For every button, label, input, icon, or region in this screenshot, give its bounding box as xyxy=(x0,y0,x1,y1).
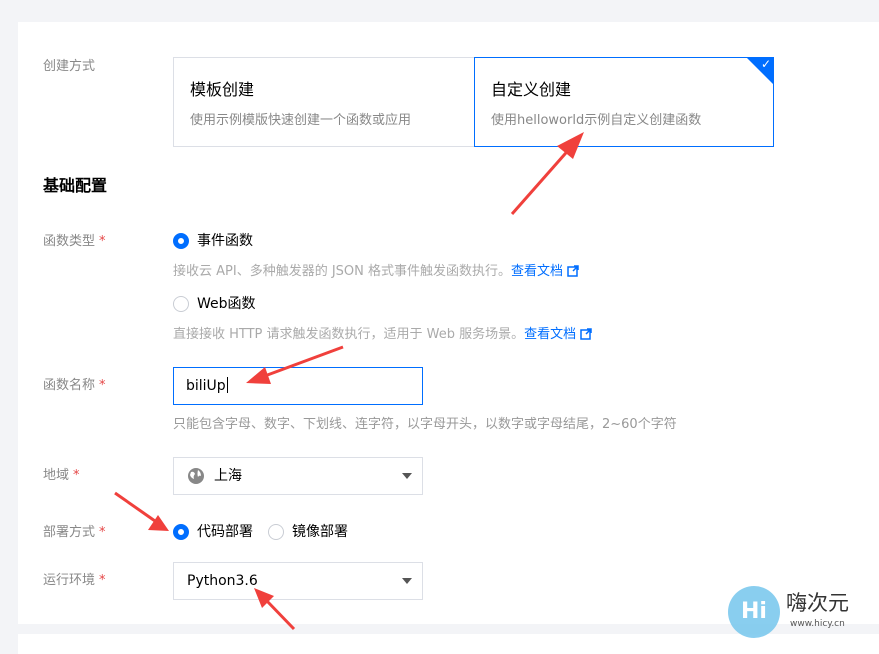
func-type-event-text: 事件函数 xyxy=(197,233,253,249)
radio-checked-icon xyxy=(173,524,189,540)
func-type-event-radio[interactable]: 事件函数 xyxy=(173,231,253,251)
required-mark: * xyxy=(99,234,106,249)
watermark-circle: Hi xyxy=(728,586,780,638)
func-name-label-text: 函数名称 xyxy=(43,378,96,393)
func-name-value: biliUp xyxy=(186,378,226,394)
create-method-label: 创建方式 xyxy=(43,59,96,74)
func-name-input[interactable]: biliUp xyxy=(173,367,423,405)
event-doc-link[interactable]: 查看文档 xyxy=(511,264,563,279)
required-mark: * xyxy=(99,378,106,393)
func-name-label: 函数名称 * xyxy=(43,376,106,396)
template-create-card[interactable]: 模板创建 使用示例模版快速创建一个函数或应用 xyxy=(173,57,474,147)
deploy-image-radio[interactable]: 镜像部署 xyxy=(268,522,348,542)
func-type-web-hint: 直接接收 HTTP 请求触发函数执行，适用于 Web 服务场景。查看文档 xyxy=(173,326,592,344)
template-create-desc: 使用示例模版快速创建一个函数或应用 xyxy=(190,113,412,128)
deploy-code-text: 代码部署 xyxy=(197,524,253,540)
external-link-icon[interactable] xyxy=(580,328,592,340)
func-name-hint: 只能包含字母、数字、下划线、连字符，以字母开头，以数字或字母结尾，2~60个字符 xyxy=(173,417,677,432)
check-icon: ✓ xyxy=(760,57,771,71)
custom-create-desc: 使用helloworld示例自定义创建函数 xyxy=(491,113,702,128)
custom-create-card[interactable]: 自定义创建 使用helloworld示例自定义创建函数 ✓ xyxy=(474,57,774,147)
required-mark: * xyxy=(99,573,106,588)
deploy-image-text: 镜像部署 xyxy=(292,524,348,540)
radio-unchecked-icon xyxy=(268,524,284,540)
globe-icon xyxy=(188,468,204,484)
func-type-web-hint-text: 直接接收 HTTP 请求触发函数执行，适用于 Web 服务场景。 xyxy=(173,327,525,342)
runtime-select[interactable]: Python3.6 xyxy=(173,562,423,600)
region-label-text: 地域 xyxy=(43,468,70,483)
required-mark: * xyxy=(73,468,80,483)
chevron-down-icon xyxy=(402,578,412,584)
required-mark: * xyxy=(99,525,106,540)
watermark-name: 嗨次元 xyxy=(786,591,849,615)
external-link-icon[interactable] xyxy=(567,265,579,277)
chevron-down-icon xyxy=(402,473,412,479)
deploy-code-radio[interactable]: 代码部署 xyxy=(173,522,253,542)
func-type-event-hint-text: 接收云 API、多种触发器的 JSON 格式事件触发函数执行。 xyxy=(173,264,512,279)
func-type-web-radio[interactable]: Web函数 xyxy=(173,294,256,314)
deploy-label-text: 部署方式 xyxy=(43,525,96,540)
custom-create-title: 自定义创建 xyxy=(491,80,572,99)
text-caret xyxy=(226,377,228,393)
runtime-value: Python3.6 xyxy=(187,573,258,589)
template-create-title: 模板创建 xyxy=(190,80,255,99)
section-title-basic: 基础配置 xyxy=(43,176,108,195)
func-type-web-text: Web函数 xyxy=(197,296,256,312)
web-doc-link[interactable]: 查看文档 xyxy=(524,327,576,342)
region-label: 地域 * xyxy=(43,466,80,486)
watermark-logo: Hi 嗨次元 www.hicy.cn xyxy=(728,586,878,642)
region-select[interactable]: 上海 xyxy=(173,457,423,495)
runtime-label-text: 运行环境 xyxy=(43,573,96,588)
region-value: 上海 xyxy=(214,468,242,484)
deploy-label: 部署方式 * xyxy=(43,523,106,543)
func-type-label: 函数类型 * xyxy=(43,232,106,252)
radio-unchecked-icon xyxy=(173,296,189,312)
func-type-event-hint: 接收云 API、多种触发器的 JSON 格式事件触发函数执行。查看文档 xyxy=(173,263,579,281)
radio-checked-icon xyxy=(173,233,189,249)
func-type-label-text: 函数类型 xyxy=(43,234,96,249)
runtime-label: 运行环境 * xyxy=(43,571,106,591)
watermark-url: www.hicy.cn xyxy=(790,619,845,629)
